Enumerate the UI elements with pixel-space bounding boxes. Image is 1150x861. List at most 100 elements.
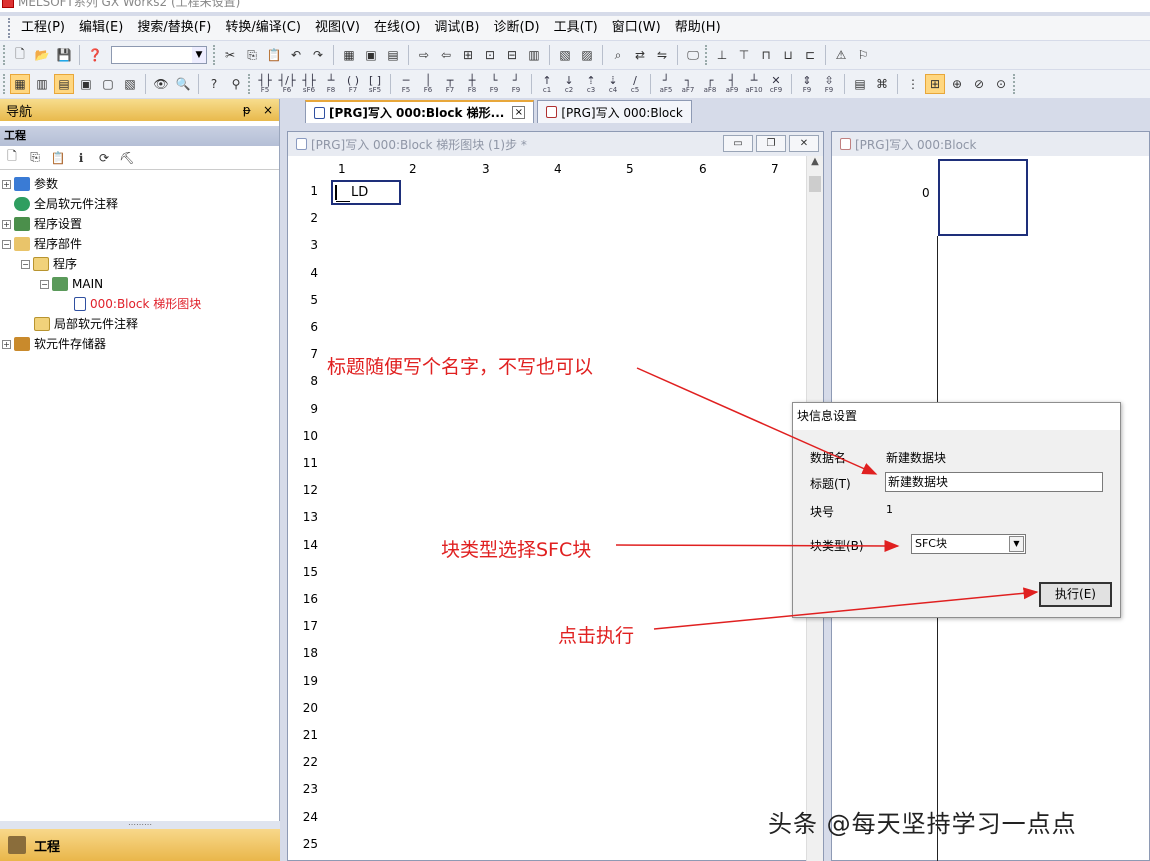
copy-data-icon[interactable]: ⎘ bbox=[25, 148, 45, 168]
display-icon[interactable]: 🖵 bbox=[683, 45, 703, 65]
menu-online[interactable]: 在线(O) bbox=[367, 16, 427, 40]
menubar-grip[interactable] bbox=[8, 18, 12, 38]
scroll-up-icon[interactable]: ▲ bbox=[807, 156, 823, 173]
tree-item-device-memory[interactable]: + 软元件存储器 bbox=[2, 334, 106, 354]
monitor-icon[interactable]: ⊡ bbox=[480, 45, 500, 65]
write-plc-icon[interactable]: ⇨ bbox=[414, 45, 434, 65]
coil-key[interactable]: ( ) F7 bbox=[343, 74, 363, 94]
menu-diagnostics[interactable]: 诊断(D) bbox=[486, 16, 546, 40]
tree-item-program-parts[interactable]: − 程序部件 bbox=[2, 234, 82, 254]
op-result-key[interactable]: ┌ aF8 bbox=[700, 74, 720, 94]
properties-icon[interactable]: ℹ bbox=[71, 148, 91, 168]
menu-edit[interactable]: 编辑(E) bbox=[72, 16, 130, 40]
comment-icon[interactable]: ▢ bbox=[98, 74, 118, 94]
device-batch-icon[interactable]: ▤ bbox=[383, 45, 403, 65]
hline-key[interactable]: ─ F5 bbox=[396, 74, 416, 94]
close-icon[interactable]: × bbox=[263, 103, 273, 117]
tree-item-global-comment[interactable]: 全局软元件注释 bbox=[2, 194, 118, 214]
toolbar-combo[interactable]: ▼ bbox=[111, 46, 207, 64]
undo-icon[interactable]: ↶ bbox=[286, 45, 306, 65]
hdel-key[interactable]: ┬ F7 bbox=[440, 74, 460, 94]
new-data-icon[interactable]: 🗋 bbox=[2, 148, 22, 168]
tree-item-block-000[interactable]: 000:Block 梯形图块 bbox=[74, 294, 201, 314]
binoculars-icon[interactable]: ⚲ bbox=[226, 74, 246, 94]
tab-ladder-block[interactable]: [PRG]写入 000:Block 梯形... × bbox=[305, 100, 535, 123]
simulate-icon[interactable]: ▨ bbox=[577, 45, 597, 65]
ladder-grid-icon[interactable]: ⋮ bbox=[903, 74, 923, 94]
nav-splitter[interactable]: ⋯⋯⋯ bbox=[0, 821, 280, 829]
menu-find-replace[interactable]: 搜索/替换(F) bbox=[130, 16, 218, 40]
test-icon[interactable]: ▧ bbox=[555, 45, 575, 65]
trace-save-icon[interactable]: ⊏ bbox=[800, 45, 820, 65]
copy-icon[interactable]: ⎘ bbox=[242, 45, 262, 65]
op-result-fall-key[interactable]: ┴ aF10 bbox=[744, 74, 764, 94]
sfc-cursor-box[interactable] bbox=[938, 159, 1028, 236]
pulse-parallel-key[interactable]: ┐ aF7 bbox=[678, 74, 698, 94]
scroll-thumb[interactable] bbox=[809, 176, 821, 192]
trace-start-icon[interactable]: ⊤ bbox=[734, 45, 754, 65]
expand-icon[interactable]: + bbox=[2, 179, 11, 189]
project-view-icon[interactable]: ▦ bbox=[10, 74, 30, 94]
tree-item-main[interactable]: − MAIN bbox=[40, 274, 103, 294]
collapse-icon[interactable]: − bbox=[40, 279, 49, 289]
insert-row-key[interactable]: ⇕ F9 bbox=[797, 74, 817, 94]
device-monitor-icon[interactable]: ▥ bbox=[524, 45, 544, 65]
toolbar-grip[interactable] bbox=[3, 45, 8, 65]
block-type-select[interactable]: SFC块 ▼ bbox=[911, 534, 1026, 554]
refresh-icon[interactable]: ⟳ bbox=[94, 148, 114, 168]
monitor-stop-icon[interactable]: ⊟ bbox=[502, 45, 522, 65]
toolbar-grip[interactable] bbox=[705, 45, 710, 65]
comment-edit-icon[interactable]: ▤ bbox=[850, 74, 870, 94]
ladder-cursor-cell[interactable]: LD bbox=[331, 180, 401, 205]
contact-no-key[interactable]: ┤├ F5 bbox=[255, 74, 275, 94]
instruction-key[interactable]: [ ] sF5 bbox=[365, 74, 385, 94]
toolbar-grip[interactable] bbox=[3, 74, 8, 94]
zoom-reset-icon[interactable]: ⊘ bbox=[969, 74, 989, 94]
pin-icon[interactable]: ᵽ bbox=[243, 103, 251, 117]
title-input[interactable]: 新建数据块 bbox=[885, 472, 1103, 492]
close-icon[interactable]: × bbox=[512, 106, 526, 119]
parallel-nc-key[interactable]: ┴ F8 bbox=[321, 74, 341, 94]
fall-parallel-key[interactable]: ⇣ c4 bbox=[603, 74, 623, 94]
paste-icon[interactable]: 📋 bbox=[264, 45, 284, 65]
chevron-down-icon[interactable]: ▼ bbox=[192, 47, 206, 63]
invert-key[interactable]: ∕ c5 bbox=[625, 74, 645, 94]
chevron-down-icon[interactable]: ▼ bbox=[1009, 536, 1024, 552]
rise-parallel-key[interactable]: ⇡ c3 bbox=[581, 74, 601, 94]
paste-data-icon[interactable]: 📋 bbox=[48, 148, 68, 168]
alarm-clear-icon[interactable]: ⚐ bbox=[853, 45, 873, 65]
statement-icon[interactable]: ⌘ bbox=[872, 74, 892, 94]
line-del-key[interactable]: ┘ F9 bbox=[506, 74, 526, 94]
tree-item-local-comment[interactable]: 局部软元件注释 bbox=[34, 314, 138, 334]
menu-convert-compile[interactable]: 转换/编译(C) bbox=[218, 16, 308, 40]
pulse-key[interactable]: ┘ aF5 bbox=[656, 74, 676, 94]
alarm-icon[interactable]: ⚠ bbox=[831, 45, 851, 65]
zoom-icon[interactable]: ⊕ bbox=[947, 74, 967, 94]
device-list-icon[interactable]: ▧ bbox=[120, 74, 140, 94]
expand-icon[interactable]: + bbox=[2, 339, 11, 349]
collapse-icon[interactable]: − bbox=[21, 259, 30, 269]
parameter-icon[interactable]: ▣ bbox=[76, 74, 96, 94]
connection-icon[interactable]: ▤ bbox=[54, 74, 74, 94]
toolbar-grip[interactable] bbox=[1013, 74, 1018, 94]
help-icon[interactable]: ❓ bbox=[85, 45, 105, 65]
rise-key[interactable]: ↑ c1 bbox=[537, 74, 557, 94]
filter-icon[interactable]: ⛏ bbox=[117, 148, 137, 168]
trace-read-icon[interactable]: ⊔ bbox=[778, 45, 798, 65]
find-next-icon[interactable]: ⊙ bbox=[991, 74, 1011, 94]
restore-button[interactable]: ❐ bbox=[756, 135, 786, 152]
collapse-icon[interactable]: − bbox=[2, 239, 11, 249]
cross-ref-icon[interactable]: ⇋ bbox=[652, 45, 672, 65]
cut-icon[interactable]: ✂ bbox=[220, 45, 240, 65]
watch-icon[interactable]: 👁 bbox=[151, 74, 171, 94]
new-file-icon[interactable]: 🗋 bbox=[10, 45, 30, 65]
device-icon[interactable]: ▦ bbox=[339, 45, 359, 65]
vdel-key[interactable]: ┼ F8 bbox=[462, 74, 482, 94]
vline-key[interactable]: │ F6 bbox=[418, 74, 438, 94]
user-library-icon[interactable]: ▥ bbox=[32, 74, 52, 94]
tree-item-program[interactable]: − 程序 bbox=[21, 254, 77, 274]
toolbar-grip[interactable] bbox=[213, 45, 218, 65]
delete-row-key[interactable]: ⇳ F9 bbox=[819, 74, 839, 94]
toolbar-grip[interactable] bbox=[248, 74, 253, 94]
contact-nc-key[interactable]: ┤/├ F6 bbox=[277, 74, 297, 94]
